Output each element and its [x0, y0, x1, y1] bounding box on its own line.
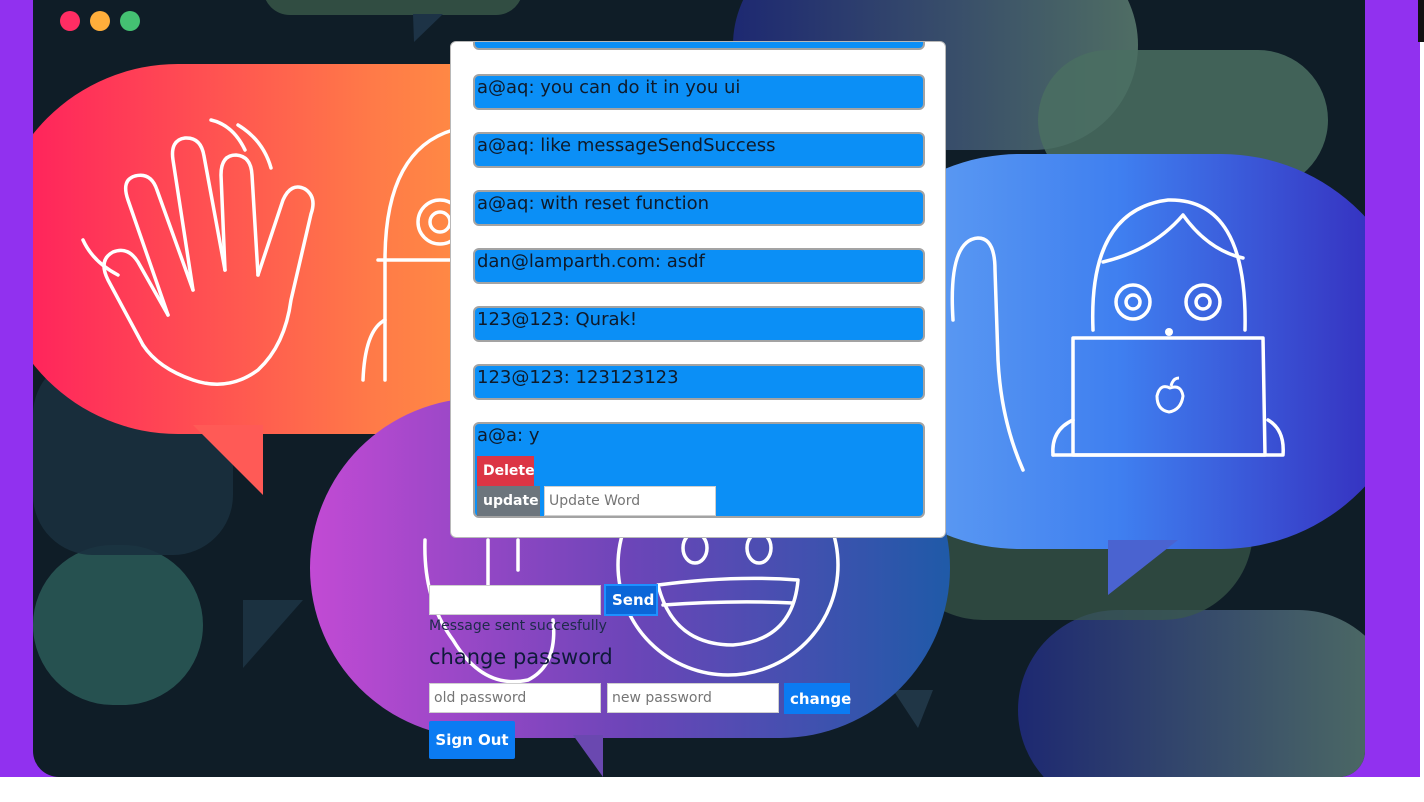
delete-message-button[interactable]: Delete: [477, 456, 535, 486]
chat-message-text: 123@123: Qurak!: [477, 309, 638, 330]
chat-message: a@aq: with reset function: [473, 190, 925, 226]
change-password-button[interactable]: change: [784, 683, 851, 714]
chat-message: a@aq: you can do it in you ui: [473, 74, 925, 110]
chat-message-text: a@aq: you can do it in you ui: [477, 77, 741, 98]
message-input[interactable]: [429, 585, 601, 615]
chat-message-partial: [473, 42, 925, 50]
chat-messages-panel[interactable]: a@aq: you can do it in you ui a@aq: like…: [450, 41, 946, 538]
send-button[interactable]: Send: [604, 584, 658, 616]
change-password-heading: change password: [429, 645, 613, 669]
sign-out-button[interactable]: Sign Out: [429, 721, 515, 759]
chat-message-own: a@a: y Delete update: [473, 422, 925, 518]
window-edge: [1418, 0, 1424, 42]
chat-message: dan@lamparth.com: asdf: [473, 248, 925, 284]
update-word-input[interactable]: [544, 486, 716, 516]
old-password-field[interactable]: [429, 683, 601, 713]
chat-message-text: a@a: y: [477, 425, 540, 446]
chat-message: 123@123: Qurak!: [473, 306, 925, 342]
new-password-field[interactable]: [607, 683, 779, 713]
chat-message-text: a@aq: with reset function: [477, 193, 710, 214]
send-status-text: Message sent succesfully: [429, 618, 607, 634]
chat-message-text: a@aq: like messageSendSuccess: [477, 135, 776, 156]
chat-message-text: 123@123: 123123123: [477, 367, 679, 388]
chat-message: 123@123: 123123123: [473, 364, 925, 400]
chat-message: a@aq: like messageSendSuccess: [473, 132, 925, 168]
update-message-button[interactable]: update: [477, 486, 540, 516]
chat-message-text: dan@lamparth.com: asdf: [477, 251, 705, 272]
